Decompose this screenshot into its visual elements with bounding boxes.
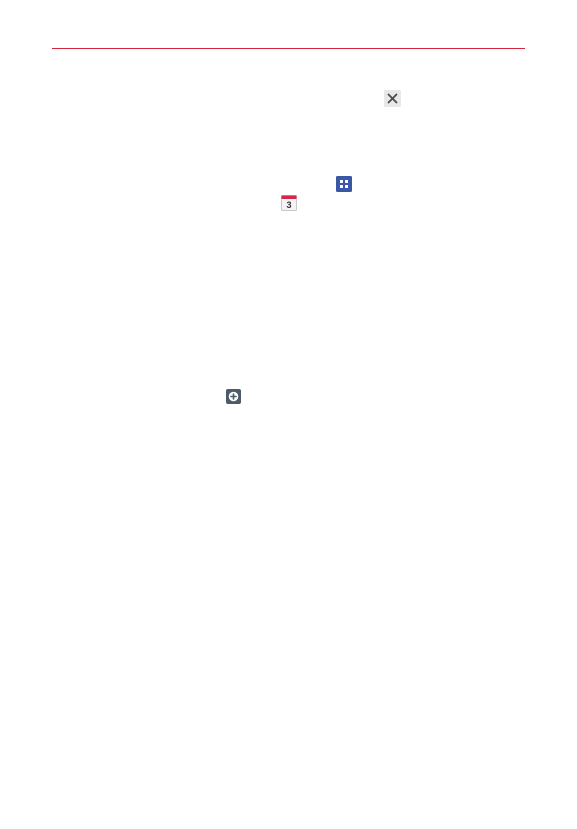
add-circle-icon: [226, 389, 241, 404]
calendar-icon-day: 3: [286, 200, 291, 210]
apps-icon: [336, 176, 352, 192]
calendar-icon: 3: [281, 195, 297, 211]
header-rule: [52, 48, 525, 49]
close-icon: [384, 90, 401, 107]
